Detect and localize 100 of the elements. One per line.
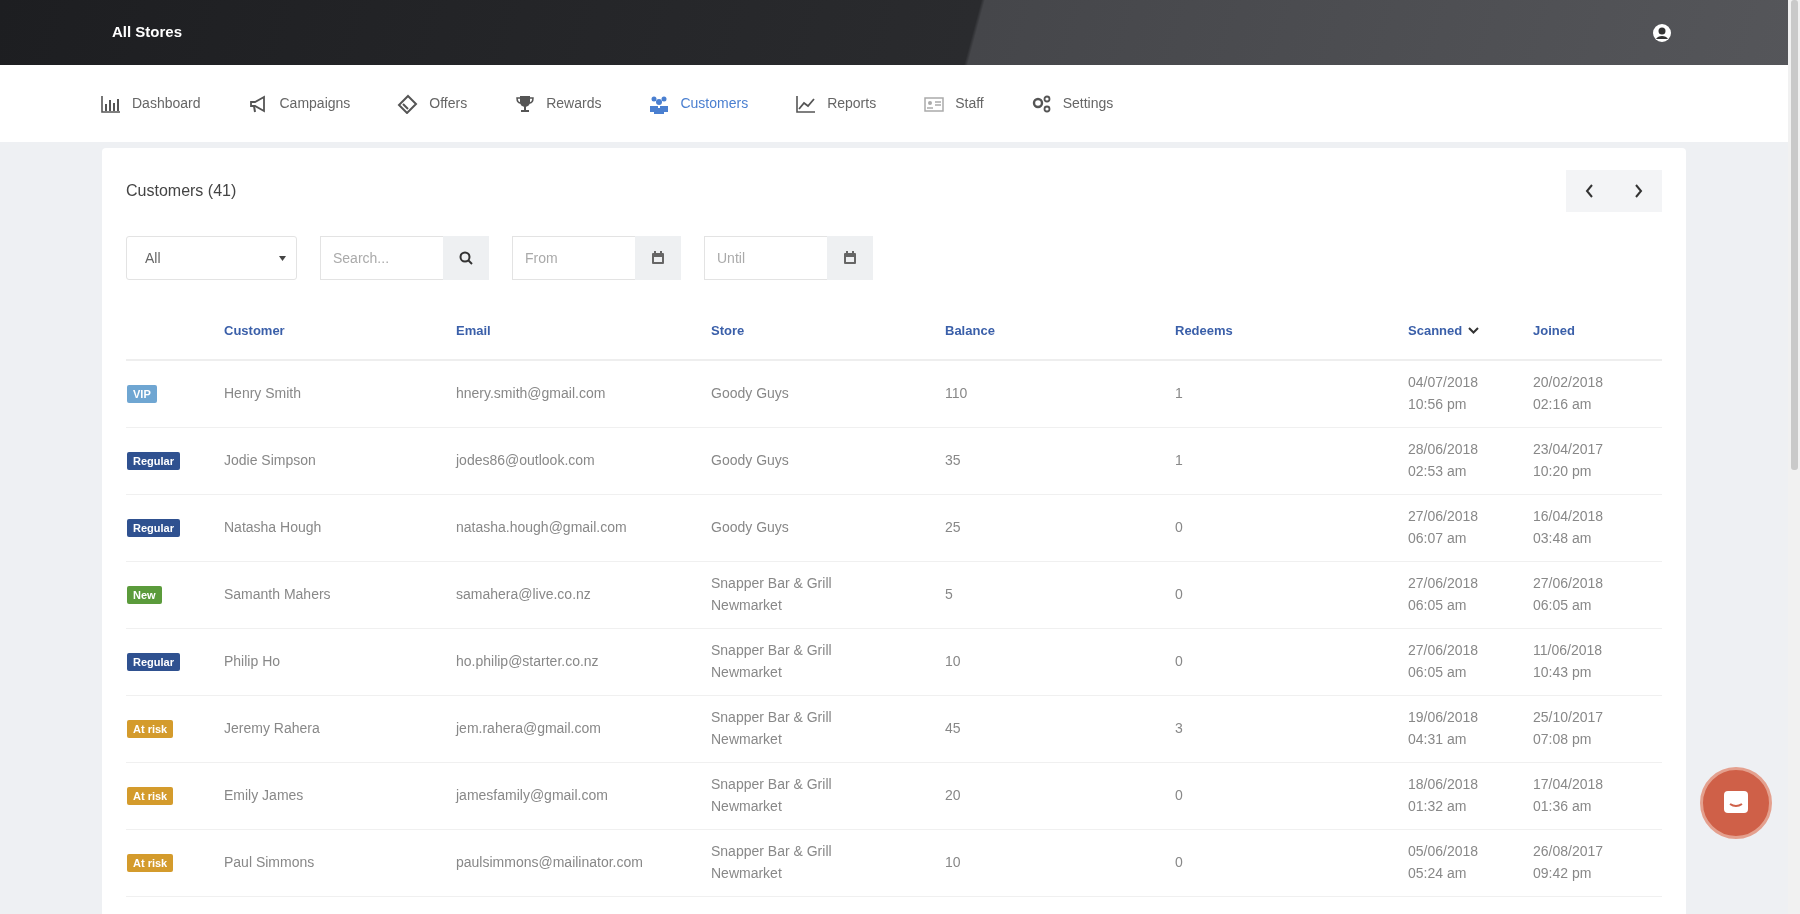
table-cell-text: 23/04/2017 10:20 pm	[1533, 439, 1605, 481]
table-cell-text: 28/06/2018 02:53 am	[1408, 439, 1480, 481]
tag-icon	[397, 93, 420, 114]
table-cell: 0	[1175, 585, 1183, 602]
column-header[interactable]: Redeems	[1175, 320, 1233, 341]
nav-tab[interactable]: Dashboard	[100, 93, 201, 114]
table-cell: paulsimmons@mailinator.com	[456, 853, 643, 870]
table-cell: jodes86@outlook.com	[456, 451, 595, 468]
table-cell-text: 27/06/2018 06:05 am	[1408, 573, 1480, 615]
table-cell-text: 26/08/2017 09:42 pm	[1533, 841, 1605, 883]
table-cell: 45	[945, 719, 961, 736]
search-icon	[459, 251, 473, 265]
status-tag: At risk	[127, 786, 174, 805]
table-cell-text: 16/04/2018 03:48 am	[1533, 506, 1605, 548]
table-cell-text: 27/06/2018 06:05 am	[1408, 640, 1480, 682]
user-icon[interactable]	[1652, 22, 1672, 43]
status-tag: VIP	[127, 384, 157, 403]
table-cell: 20	[945, 786, 961, 803]
table-cell: 10	[945, 853, 961, 870]
table-cell: 110	[945, 384, 968, 401]
table-cell: 1	[1175, 451, 1183, 468]
trophy-icon	[514, 93, 537, 114]
table-cell: Emily James	[224, 786, 304, 803]
table-cell: 10	[945, 652, 961, 669]
table-cell: Jeremy Rahera	[224, 719, 320, 736]
column-header[interactable]: Balance	[945, 320, 995, 341]
table-cell: Paul Simmons	[224, 853, 315, 870]
table-cell: 35	[945, 451, 961, 468]
calendar-icon	[651, 251, 665, 265]
chart-icon	[100, 93, 122, 114]
column-header[interactable]: Customer	[224, 320, 285, 341]
chevron-left-icon	[1585, 184, 1595, 198]
table-cell-text: 27/06/2018 06:07 am	[1408, 506, 1480, 548]
chevron-right-icon	[1633, 184, 1643, 198]
table-cell-text: 17/04/2018 01:36 am	[1533, 774, 1605, 816]
table-cell: 5	[945, 585, 953, 602]
table-cell: hnery.smith@gmail.com	[456, 384, 606, 401]
column-header[interactable]: Scanned	[1408, 320, 1480, 341]
status-tag: Regular	[127, 652, 180, 671]
nav-tab[interactable]: Reports	[795, 93, 877, 114]
store-selector[interactable]: All Stores	[112, 21, 183, 44]
search-field[interactable]: Search...	[320, 236, 443, 280]
caret-icon	[279, 255, 286, 261]
nav-tab[interactable]: Rewards	[514, 93, 602, 114]
nav-tab[interactable]: Settings	[1030, 93, 1114, 114]
table-cell: 25	[945, 518, 961, 535]
table-cell-text: Snapper Bar & Grill Newmarket	[711, 573, 833, 615]
table-cell: Henry Smith	[224, 384, 302, 401]
table-cell-text: Snapper Bar & Grill Newmarket	[711, 841, 833, 883]
calendar-button[interactable]	[635, 236, 681, 280]
column-header[interactable]: Email	[456, 320, 491, 341]
nav-tab[interactable]: Campaigns	[247, 93, 351, 114]
table-cell-text: 11/06/2018 10:43 pm	[1533, 640, 1604, 682]
nav-tab[interactable]: Customers	[648, 93, 749, 114]
from-date-field[interactable]: From	[512, 236, 635, 280]
table-cell: 0	[1175, 518, 1183, 535]
status-tag: Regular	[127, 451, 180, 470]
table-cell-text: 20/02/2018 02:16 am	[1533, 373, 1605, 414]
table-cell: 0	[1175, 652, 1183, 669]
table-cell: Jodie Simpson	[224, 451, 316, 468]
table-cell: ho.philip@starter.co.nz	[456, 652, 599, 669]
column-header[interactable]: Joined	[1533, 320, 1575, 341]
panel-title: Customers (41)	[126, 181, 237, 201]
table-cell-text: 18/06/2018 01:32 am	[1408, 774, 1480, 816]
until-date-field[interactable]: Until	[704, 236, 827, 280]
table-cell-text: 05/06/2018 05:24 am	[1408, 841, 1480, 883]
table-cell-text: 25/10/2017 07:08 pm	[1533, 707, 1605, 749]
table-cell: Samanth Mahers	[224, 585, 331, 602]
table-cell: 0	[1175, 786, 1183, 803]
status-tag: New	[127, 585, 162, 604]
status-tag: At risk	[127, 719, 174, 738]
calendar-button[interactable]	[827, 236, 873, 280]
table-cell-text: Goody Guys	[711, 450, 790, 470]
table-cell: 1	[1175, 384, 1183, 401]
nav-tab[interactable]: Staff	[923, 93, 984, 114]
nav-tab[interactable]: Offers	[397, 93, 468, 114]
table-cell: natasha.hough@gmail.com	[456, 518, 627, 535]
table-cell-text: Snapper Bar & Grill Newmarket	[711, 774, 833, 816]
table-cell: 0	[1175, 853, 1183, 870]
table-cell-text: 27/06/2018 06:05 am	[1533, 573, 1605, 615]
table-cell: jamesfamily@gmail.com	[456, 786, 608, 803]
status-tag: Regular	[127, 518, 180, 537]
segment-dropdown[interactable]: All	[126, 236, 297, 280]
table-cell-text: Snapper Bar & Grill Newmarket	[711, 640, 833, 682]
scrollbar-thumb[interactable]	[1791, 0, 1798, 470]
table-cell: jem.rahera@gmail.com	[456, 719, 601, 736]
table-cell-text: 04/07/2018 10:56 pm	[1408, 373, 1480, 414]
line-chart-icon	[795, 93, 818, 114]
search-button[interactable]	[443, 236, 489, 280]
table-cell-text: Goody Guys	[711, 383, 790, 403]
column-header[interactable]: Store	[711, 320, 745, 341]
table-cell-text: Snapper Bar & Grill Newmarket	[711, 707, 833, 749]
table-cell: 3	[1175, 719, 1183, 736]
table-cell: Philip Ho	[224, 652, 281, 669]
gears-icon	[1030, 93, 1053, 114]
table-cell: Natasha Hough	[224, 518, 322, 535]
calendar-icon	[843, 251, 857, 265]
table-cell-text: 19/06/2018 04:31 am	[1408, 707, 1480, 749]
status-tag: At risk	[127, 853, 174, 872]
table-cell: samahera@live.co.nz	[456, 585, 591, 602]
